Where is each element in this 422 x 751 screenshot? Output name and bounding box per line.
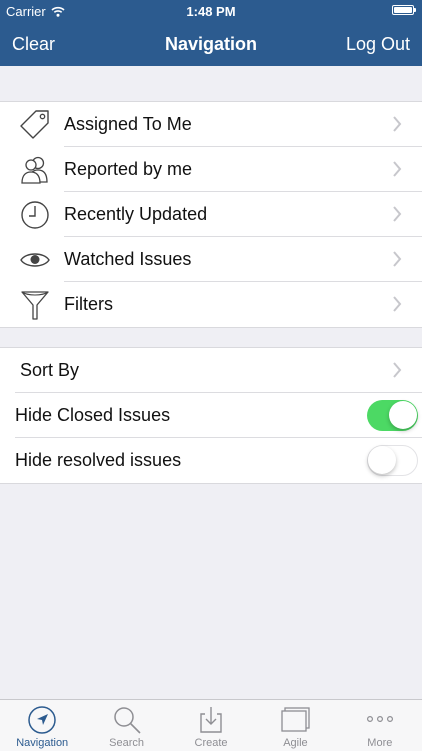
nav-item-label: Reported by me [64, 159, 193, 179]
settings-list: Sort By Hide Closed Issues Hide resolved… [0, 347, 422, 484]
tag-icon [20, 110, 49, 139]
clock-icon [21, 201, 49, 229]
tab-label: Search [109, 737, 145, 749]
tab-label: Agile [283, 737, 308, 749]
chevron-right-icon [393, 116, 402, 132]
sort-by-label: Sort By [20, 360, 80, 380]
tab-create[interactable]: Create [169, 700, 253, 751]
status-bar: Carrier 1:48 PM [0, 0, 422, 22]
funnel-icon [21, 291, 49, 320]
tab-label: More [367, 737, 393, 749]
chevron-right-icon [393, 206, 402, 222]
nav-item-watched-issues[interactable]: Watched Issues [0, 237, 422, 282]
chevron-right-icon [393, 161, 402, 177]
nav-item-assigned-to-me[interactable]: Assigned To Me [0, 102, 422, 147]
hide-resolved-issues-label: Hide resolved issues [15, 450, 182, 470]
status-time: 1:48 PM [186, 4, 236, 19]
eye-icon [20, 253, 50, 267]
hide-resolved-issues-toggle[interactable] [367, 445, 418, 476]
nav-item-label: Assigned To Me [64, 114, 192, 134]
tab-more[interactable]: More [338, 700, 422, 751]
nav-item-reported-by-me[interactable]: Reported by me [0, 147, 422, 192]
location-arrow-icon [28, 706, 56, 734]
tab-label: Create [194, 737, 228, 749]
agile-icon [281, 707, 311, 732]
nav-item-recently-updated[interactable]: Recently Updated [0, 192, 422, 237]
hide-closed-issues-row: Hide Closed Issues [0, 393, 422, 438]
tab-label: Navigation [16, 737, 69, 749]
tab-agile[interactable]: Agile [253, 700, 337, 751]
more-icon [366, 716, 393, 723]
hide-resolved-issues-row: Hide resolved issues [0, 438, 422, 483]
nav-item-label: Recently Updated [64, 204, 208, 224]
nav-item-label: Watched Issues [64, 249, 192, 269]
tab-bar: Navigation Search Create Agile More [0, 699, 422, 751]
log-out-button[interactable]: Log Out [346, 34, 410, 55]
create-icon [200, 707, 222, 733]
navigation-bar: Clear Navigation Log Out [0, 22, 422, 66]
sort-by-row[interactable]: Sort By [0, 348, 422, 393]
users-icon [21, 156, 48, 184]
search-icon [113, 707, 141, 734]
nav-item-label: Filters [64, 294, 113, 314]
hide-closed-issues-label: Hide Closed Issues [15, 405, 171, 425]
nav-item-filters[interactable]: Filters [0, 282, 422, 327]
chevron-right-icon [393, 251, 402, 267]
hide-closed-issues-toggle[interactable] [367, 400, 418, 431]
tab-search[interactable]: Search [84, 700, 168, 751]
tab-navigation[interactable]: Navigation [0, 700, 84, 751]
navigation-list: Assigned To Me Reported by me Recently U… [0, 101, 422, 328]
chevron-right-icon [393, 362, 402, 378]
chevron-right-icon [393, 296, 402, 312]
battery-icon [392, 5, 416, 15]
